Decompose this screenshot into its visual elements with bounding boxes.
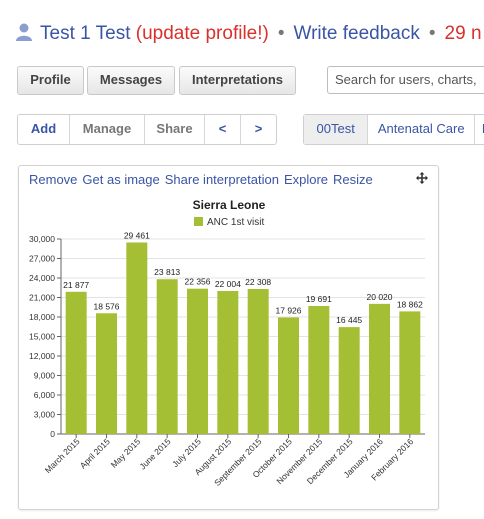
bar [156,279,178,434]
bar-value-label: 18 576 [94,301,120,311]
messages-count-link[interactable]: 29 n [445,23,482,44]
dashboard-tabs: 00Test Antenatal Care I [303,114,484,145]
y-tick-label: 15,000 [29,332,55,342]
user-bar: Test 1 Test (update profile!) • Write feed… [14,20,482,48]
chart-toolbar: Add Manage Share < > [17,114,277,145]
share-button[interactable]: Share [145,115,205,144]
chart-panel: Remove Get as image Share interpretation Ex… [18,165,439,510]
separator-dot: • [428,23,436,44]
bar [369,303,390,434]
update-profile-link[interactable]: (update profile!) [136,23,269,44]
bar-value-label: 16 445 [336,315,362,325]
bar [308,306,330,434]
y-tick-label: 27,000 [29,254,55,264]
chart-title: Sierra Leone [193,198,266,212]
x-tick-label: April 2015 [78,436,112,470]
bar-value-label: 18 862 [397,299,423,309]
bar-value-label: 22 356 [185,277,211,287]
y-tick-label: 3,000 [34,410,56,420]
bar-value-label: 23 813 [154,267,180,277]
tab-next[interactable]: I [475,115,484,144]
y-tick-label: 30,000 [29,234,55,244]
bar [187,288,208,434]
bar [338,327,360,434]
bar [278,317,299,434]
bar-value-label: 21 877 [63,280,89,290]
y-tick-label: 9,000 [34,371,56,381]
write-feedback-link[interactable]: Write feedback [294,23,420,44]
y-tick-label: 21,000 [29,293,55,303]
bar [217,290,239,434]
bar-value-label: 29 461 [124,231,150,241]
y-tick-label: 24,000 [29,273,55,283]
user-name-link[interactable]: Test 1 Test [40,23,130,44]
legend-label: ANC 1st visit [207,217,264,228]
bar-value-label: 22 308 [245,277,271,287]
bar [65,291,87,434]
bar-value-label: 17 926 [276,305,302,315]
search-input[interactable]: Search for users, charts, [327,66,484,94]
bar [126,242,148,434]
messages-button[interactable]: Messages [87,66,175,95]
bar-value-label: 20 020 [367,292,393,302]
manage-button[interactable]: Manage [70,115,145,144]
y-tick-label: 18,000 [29,312,55,322]
bar-value-label: 19 691 [306,294,332,304]
bar [399,311,421,434]
y-tick-label: 0 [50,429,55,439]
bar [96,313,117,434]
tab-00test[interactable]: 00Test [304,115,369,144]
profile-button[interactable]: Profile [17,66,84,95]
bar [247,288,269,434]
tab-antenatal-care[interactable]: Antenatal Care [368,115,476,144]
add-button[interactable]: Add [18,115,70,144]
prev-button[interactable]: < [205,115,241,144]
user-icon [16,23,32,41]
legend-swatch [194,217,203,226]
y-tick-label: 12,000 [29,351,55,361]
bar-chart: Sierra Leone ANC 1st visit 0 3,000 6,000 9,00… [29,198,425,488]
x-tick-label: June 2015 [137,436,172,471]
y-tick-label: 6,000 [34,390,56,400]
next-button[interactable]: > [241,115,276,144]
bar-value-label: 22 004 [215,279,241,289]
interpretations-button[interactable]: Interpretations [179,66,296,95]
separator-dot: • [277,23,285,44]
x-tick-label: March 2015 [43,436,82,475]
